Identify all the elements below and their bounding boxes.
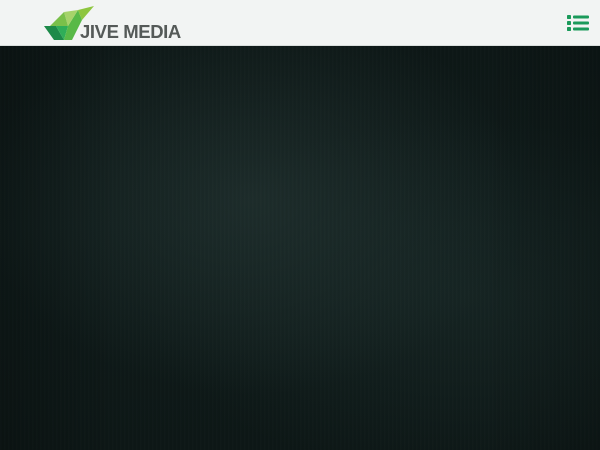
list-icon bbox=[567, 15, 589, 31]
menu-button[interactable] bbox=[567, 14, 589, 32]
hero-overlay bbox=[0, 46, 600, 450]
logo-text: JIVE MEDIA bbox=[80, 21, 181, 42]
hero-background bbox=[0, 46, 600, 450]
page: JIVE MEDIA bbox=[0, 0, 600, 450]
site-logo[interactable]: JIVE MEDIA bbox=[44, 6, 181, 42]
site-header: JIVE MEDIA bbox=[0, 0, 600, 46]
